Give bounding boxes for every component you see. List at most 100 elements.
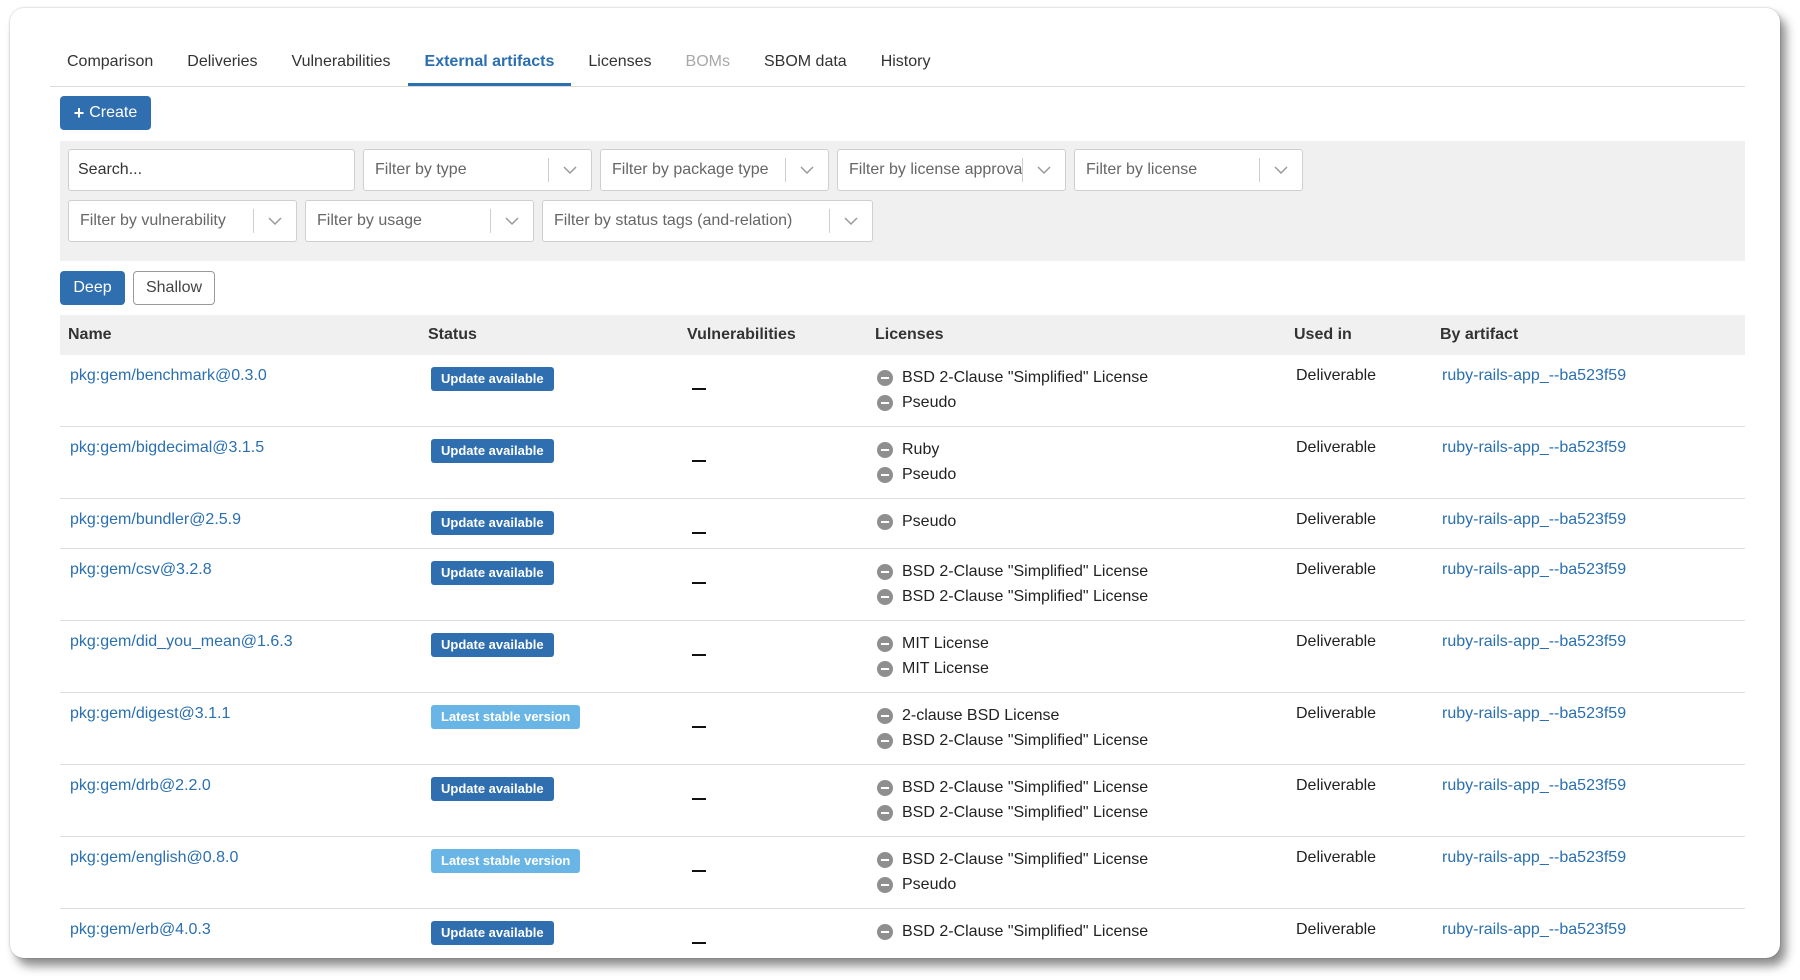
- by-artifact-link[interactable]: ruby-rails-app_--ba523f59: [1442, 367, 1626, 385]
- tab-boms: BOMs: [685, 53, 730, 70]
- status-cell: Latest stable version: [431, 849, 581, 873]
- tab-deliveries[interactable]: Deliveries: [170, 42, 274, 86]
- filter-license-placeholder: Filter by license: [1086, 161, 1198, 178]
- used-in-value: Deliverable: [1296, 511, 1377, 528]
- chevron-down-icon[interactable]: [1260, 165, 1302, 175]
- filter-status-tags-select[interactable]: Filter by status tags (and-relation): [542, 200, 873, 242]
- chevron-down-icon[interactable]: [491, 216, 533, 226]
- filter-usage-select[interactable]: Filter by usage: [305, 200, 534, 242]
- tab-history[interactable]: History: [864, 42, 948, 86]
- by-artifact-link[interactable]: ruby-rails-app_--ba523f59: [1442, 705, 1626, 723]
- create-label: Create: [89, 104, 138, 121]
- license-label: Pseudo: [902, 465, 957, 483]
- tab-vulnerabilities[interactable]: Vulnerabilities: [275, 42, 408, 86]
- column-header-used-in[interactable]: Used in: [1294, 315, 1352, 355]
- column-header-status[interactable]: Status: [428, 315, 477, 355]
- license-label: BSD 2-Clause "Simplified" License: [902, 850, 1149, 868]
- filter-license-select[interactable]: Filter by license: [1074, 149, 1303, 191]
- column-header-by-artifact[interactable]: By artifact: [1440, 315, 1518, 355]
- license-item: MIT License: [877, 656, 989, 681]
- artifact-name-link[interactable]: pkg:gem/bundler@2.5.9: [70, 511, 241, 529]
- by-artifact-link[interactable]: ruby-rails-app_--ba523f59: [1442, 561, 1626, 579]
- used-in-value: Deliverable: [1296, 561, 1377, 578]
- artifact-name-link[interactable]: pkg:gem/erb@4.0.3: [70, 921, 211, 939]
- license-label: BSD 2-Clause "Simplified" License: [902, 562, 1149, 580]
- minus-circle-icon: [877, 732, 893, 749]
- chevron-down-icon[interactable]: [1023, 165, 1065, 175]
- chevron-down-icon[interactable]: [786, 165, 828, 175]
- filter-usage-placeholder: Filter by usage: [317, 212, 422, 229]
- artifact-name-link[interactable]: pkg:gem/benchmark@0.3.0: [70, 367, 267, 385]
- table-header: Name Status Vulnerabilities Licenses Use…: [60, 315, 1745, 355]
- by-artifact-link[interactable]: ruby-rails-app_--ba523f59: [1442, 633, 1626, 651]
- chevron-down-icon[interactable]: [549, 165, 591, 175]
- filter-package-type-select[interactable]: Filter by package type: [600, 149, 829, 191]
- tab-bar: Comparison Deliveries Vulnerabilities Exter…: [50, 42, 1745, 87]
- filter-status-tags-placeholder: Filter by status tags (and-relation): [554, 212, 793, 229]
- chevron-down-icon[interactable]: [830, 216, 872, 226]
- by-artifact-link[interactable]: ruby-rails-app_--ba523f59: [1442, 777, 1626, 795]
- by-artifact-link[interactable]: ruby-rails-app_--ba523f59: [1442, 511, 1626, 529]
- tab-comparison[interactable]: Comparison: [50, 42, 170, 86]
- search-input[interactable]: Search...: [68, 149, 355, 191]
- licenses-list: BSD 2-Clause "Simplified" License: [877, 919, 1148, 944]
- by-artifact-link[interactable]: ruby-rails-app_--ba523f59: [1442, 849, 1626, 867]
- artifact-name-link[interactable]: pkg:gem/bigdecimal@3.1.5: [70, 439, 264, 457]
- deep-toggle-button[interactable]: Deep: [60, 271, 125, 305]
- license-item: BSD 2-Clause "Simplified" License: [877, 800, 1148, 825]
- license-item: Pseudo: [877, 390, 1148, 415]
- minus-circle-icon: [877, 804, 893, 821]
- shallow-toggle-button[interactable]: Shallow: [133, 271, 215, 305]
- minus-circle-icon: [877, 851, 893, 868]
- table-row: pkg:gem/benchmark@0.3.0 Update available B…: [60, 355, 1745, 427]
- vulnerabilities-empty-dash: [692, 521, 706, 539]
- minus-circle-icon: [877, 707, 893, 724]
- license-label: Pseudo: [902, 512, 957, 530]
- app-window: Comparison Deliveries Vulnerabilities Exter…: [10, 8, 1780, 958]
- license-label: Pseudo: [902, 875, 957, 893]
- search-placeholder: Search...: [78, 161, 143, 178]
- license-item: BSD 2-Clause "Simplified" License: [877, 847, 1148, 872]
- license-label: BSD 2-Clause "Simplified" License: [902, 587, 1149, 605]
- tab-sbom-data[interactable]: SBOM data: [747, 42, 864, 86]
- vulnerabilities-empty-dash: [692, 859, 706, 877]
- artifact-name-link[interactable]: pkg:gem/drb@2.2.0: [70, 777, 211, 795]
- tab-external-artifacts[interactable]: External artifacts: [407, 42, 572, 86]
- status-cell: Update available: [431, 561, 554, 585]
- filter-vulnerability-select[interactable]: Filter by vulnerability: [68, 200, 297, 242]
- create-button[interactable]: + Create: [60, 96, 151, 130]
- license-item: Pseudo: [877, 872, 1148, 897]
- artifact-name-link[interactable]: pkg:gem/english@0.8.0: [70, 849, 238, 867]
- license-label: Pseudo: [902, 393, 957, 411]
- by-artifact-link[interactable]: ruby-rails-app_--ba523f59: [1442, 439, 1626, 457]
- artifact-name-link[interactable]: pkg:gem/digest@3.1.1: [70, 705, 230, 723]
- filter-panel: Search... Filter by type Filter by packa…: [60, 141, 1745, 261]
- license-item: BSD 2-Clause "Simplified" License: [877, 365, 1148, 390]
- filter-license-approval-select[interactable]: Filter by license approval: [837, 149, 1066, 191]
- minus-circle-icon: [877, 923, 893, 940]
- artifact-name-link[interactable]: pkg:gem/csv@3.2.8: [70, 561, 212, 579]
- minus-circle-icon: [877, 635, 893, 652]
- licenses-list: MIT License MIT License: [877, 631, 989, 681]
- minus-circle-icon: [877, 588, 893, 605]
- table-row: pkg:gem/digest@3.1.1 Latest stable versio…: [60, 693, 1745, 765]
- licenses-list: 2-clause BSD License BSD 2-Clause "Simpli…: [877, 703, 1148, 753]
- minus-circle-icon: [877, 563, 893, 580]
- license-label: BSD 2-Clause "Simplified" License: [902, 778, 1149, 796]
- filter-type-select[interactable]: Filter by type: [363, 149, 592, 191]
- license-label: BSD 2-Clause "Simplified" License: [902, 368, 1149, 386]
- column-header-licenses[interactable]: Licenses: [875, 315, 943, 355]
- tab-licenses[interactable]: Licenses: [571, 42, 668, 86]
- column-header-name[interactable]: Name: [68, 315, 112, 355]
- status-badge: Update available: [431, 921, 554, 945]
- minus-circle-icon: [877, 513, 893, 530]
- used-in-value: Deliverable: [1296, 439, 1377, 456]
- license-label: BSD 2-Clause "Simplified" License: [902, 731, 1149, 749]
- chevron-down-icon[interactable]: [254, 216, 296, 226]
- column-header-vulnerabilities[interactable]: Vulnerabilities: [687, 315, 796, 355]
- by-artifact-link[interactable]: ruby-rails-app_--ba523f59: [1442, 921, 1626, 939]
- table-row: pkg:gem/csv@3.2.8 Update available BSD 2-C…: [60, 549, 1745, 621]
- licenses-list: BSD 2-Clause "Simplified" License BSD 2-C…: [877, 559, 1148, 609]
- artifact-name-link[interactable]: pkg:gem/did_you_mean@1.6.3: [70, 633, 293, 651]
- filter-vulnerability-placeholder: Filter by vulnerability: [80, 212, 226, 229]
